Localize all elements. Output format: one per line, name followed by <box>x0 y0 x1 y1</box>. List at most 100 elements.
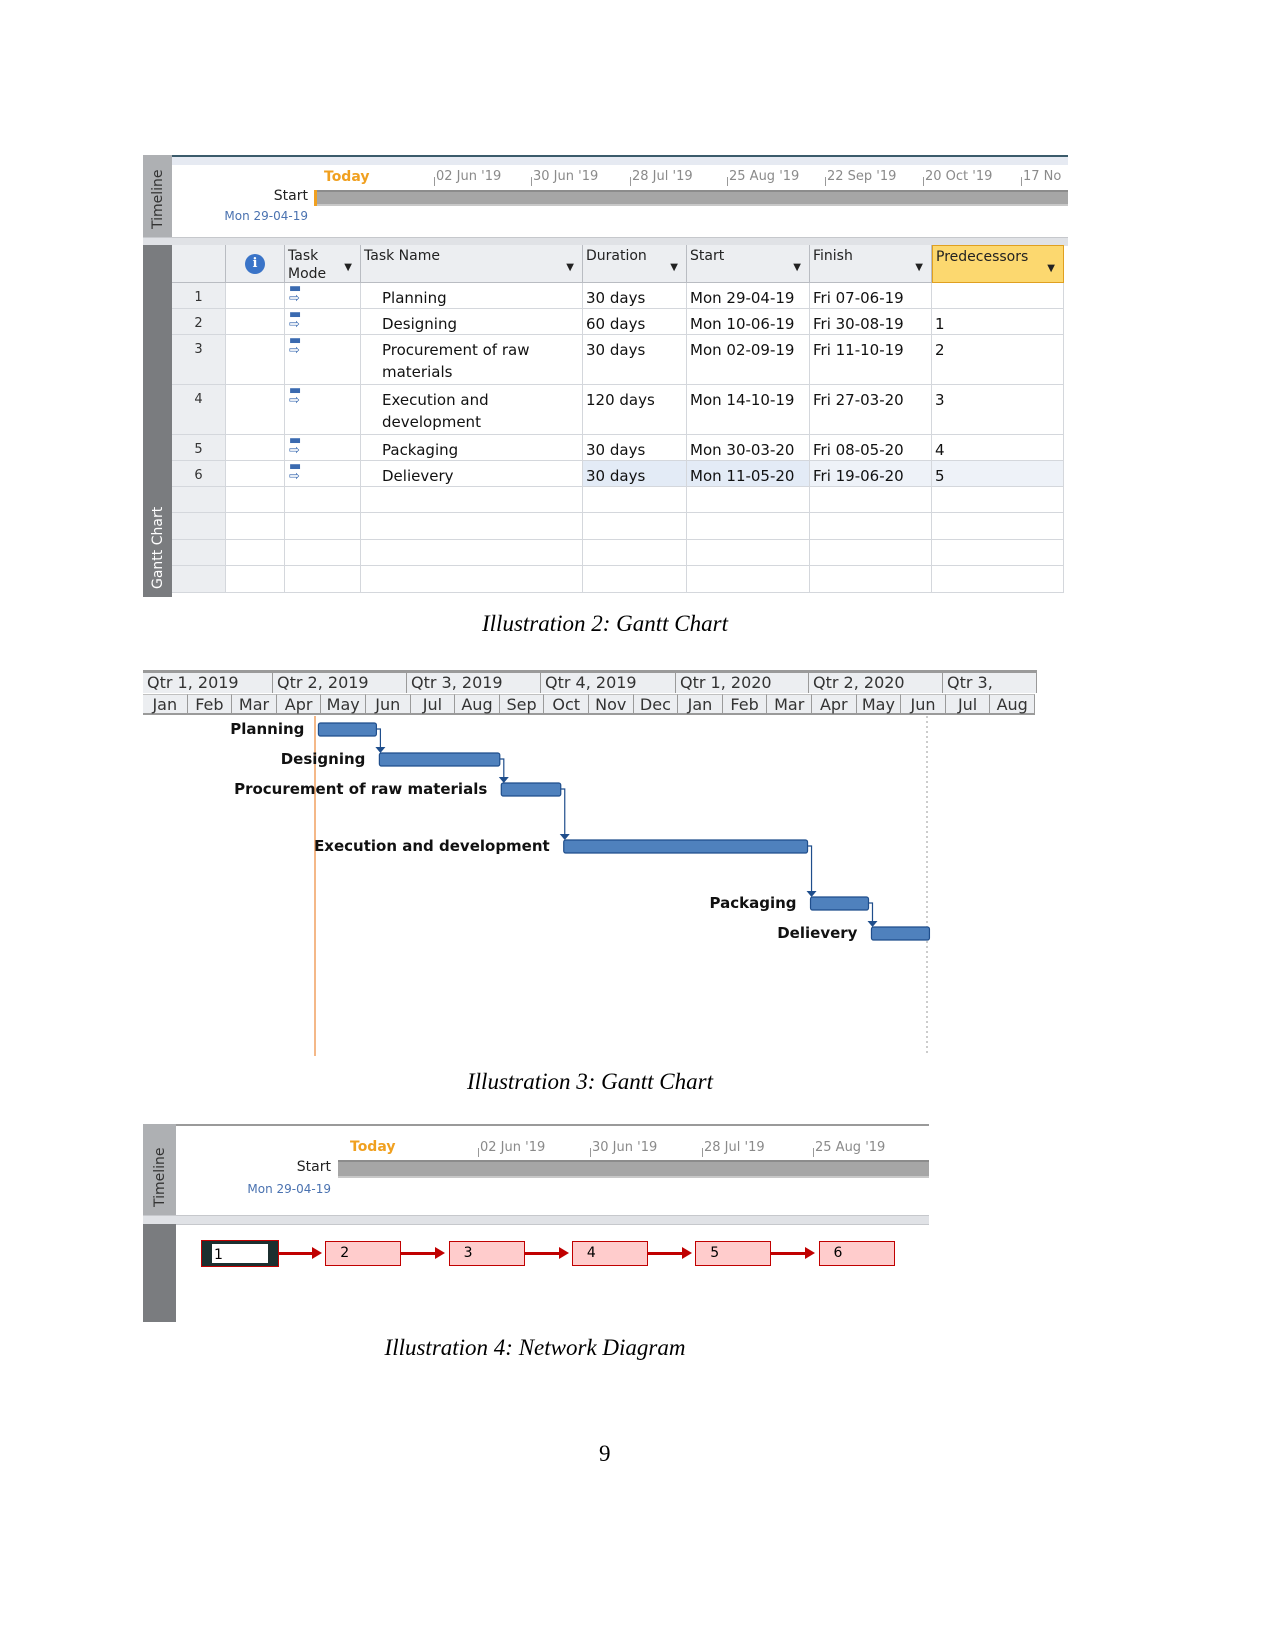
indicator-cell[interactable] <box>226 487 285 513</box>
finish-cell[interactable]: Fri 27-03-20 <box>810 385 932 435</box>
network-node[interactable]: 6 <box>818 1241 895 1266</box>
timeline-bar[interactable] <box>338 1160 929 1178</box>
indicator-cell[interactable] <box>226 283 285 309</box>
task-name-cell[interactable] <box>361 487 583 513</box>
start-cell[interactable]: Mon 02-09-19 <box>687 335 810 385</box>
predecessors-cell[interactable]: 4 <box>932 435 1064 461</box>
duration-cell[interactable]: 30 days <box>583 461 687 487</box>
task-mode-cell[interactable]: ▬ ⇨ <box>285 283 361 309</box>
finish-cell[interactable]: Fri 30-08-19 <box>810 309 932 335</box>
start-cell[interactable] <box>687 566 810 593</box>
task-name-cell[interactable]: Designing <box>361 309 583 335</box>
duration-cell[interactable]: 120 days <box>583 385 687 435</box>
finish-cell[interactable] <box>810 566 932 593</box>
duration-cell[interactable] <box>583 487 687 513</box>
predecessors-cell[interactable] <box>932 566 1064 593</box>
task-mode-cell[interactable] <box>285 566 361 593</box>
column-header[interactable]: Predecessors ▼ <box>932 245 1064 283</box>
predecessors-cell[interactable] <box>932 487 1064 513</box>
duration-cell[interactable] <box>583 513 687 540</box>
start-cell[interactable] <box>687 540 810 566</box>
predecessors-cell[interactable]: 3 <box>932 385 1064 435</box>
task-name-cell[interactable] <box>361 540 583 566</box>
finish-cell[interactable]: Fri 11-10-19 <box>810 335 932 385</box>
dropdown-arrow-icon[interactable]: ▼ <box>915 259 923 277</box>
network-node[interactable]: 3 <box>448 1241 525 1266</box>
indicator-cell[interactable] <box>226 335 285 385</box>
finish-cell[interactable] <box>810 540 932 566</box>
task-name-cell[interactable]: Packaging <box>361 435 583 461</box>
duration-cell[interactable]: 30 days <box>583 335 687 385</box>
dropdown-arrow-icon[interactable]: ▼ <box>793 259 801 277</box>
task-bar <box>809 896 870 911</box>
task-mode-cell[interactable] <box>285 540 361 566</box>
task-name-cell[interactable] <box>361 513 583 540</box>
start-cell[interactable]: Mon 29-04-19 <box>687 283 810 309</box>
duration-cell[interactable] <box>583 540 687 566</box>
task-mode-cell[interactable]: ▬ ⇨ <box>285 461 361 487</box>
task-mode-cell[interactable]: ▬ ⇨ <box>285 385 361 435</box>
duration-cell[interactable]: 30 days <box>583 435 687 461</box>
gantt-table-screenshot: Timeline 02 Jun '19 30 Jun '19 28 Jul '19 2… <box>143 155 1068 597</box>
indicator-cell[interactable] <box>226 566 285 593</box>
row-number: 2 <box>172 309 226 335</box>
column-header[interactable]: Task Mode ▼ <box>285 245 361 283</box>
timeline-bar[interactable] <box>314 190 1068 206</box>
dropdown-arrow-icon[interactable]: ▼ <box>344 259 352 277</box>
start-cell[interactable]: Mon 11-05-20 <box>687 461 810 487</box>
task-name-cell[interactable]: Execution and development <box>361 385 583 435</box>
dropdown-arrow-icon[interactable]: ▼ <box>566 259 574 277</box>
task-mode-cell[interactable] <box>285 513 361 540</box>
column-header[interactable]: Start ▼ <box>687 245 810 283</box>
predecessors-cell[interactable] <box>932 540 1064 566</box>
duration-cell[interactable]: 30 days <box>583 283 687 309</box>
column-header[interactable]: Duration ▼ <box>583 245 687 283</box>
finish-cell[interactable]: Fri 08-05-20 <box>810 435 932 461</box>
arrow-icon <box>435 1247 446 1259</box>
indicator-cell[interactable] <box>226 309 285 335</box>
predecessors-cell[interactable] <box>932 283 1064 309</box>
task-name-cell[interactable]: Procurement of raw materials <box>361 335 583 385</box>
indicator-cell[interactable] <box>226 461 285 487</box>
finish-cell[interactable]: Fri 07-06-19 <box>810 283 932 309</box>
task-bar-label: Delievery <box>777 924 857 942</box>
timeline-tick-label: 28 Jul '19 <box>702 1140 765 1157</box>
duration-cell[interactable]: 60 days <box>583 309 687 335</box>
finish-cell[interactable] <box>810 487 932 513</box>
predecessors-cell[interactable]: 1 <box>932 309 1064 335</box>
arrow-icon <box>312 1247 322 1259</box>
task-name-cell[interactable] <box>361 566 583 593</box>
start-cell[interactable]: Mon 30-03-20 <box>687 435 810 461</box>
indicator-cell[interactable] <box>226 513 285 540</box>
task-mode-cell[interactable]: ▬ ⇨ <box>285 335 361 385</box>
task-mode-cell[interactable] <box>285 487 361 513</box>
column-header[interactable]: Task Name ▼ <box>361 245 583 283</box>
network-node[interactable]: 1 <box>201 1240 279 1267</box>
predecessors-cell[interactable] <box>932 513 1064 540</box>
start-cell[interactable]: Mon 10-06-19 <box>687 309 810 335</box>
task-name-cell[interactable]: Delievery <box>361 461 583 487</box>
task-name-cell[interactable]: Planning <box>361 283 583 309</box>
task-mode-cell[interactable]: ▬ ⇨ <box>285 309 361 335</box>
finish-cell[interactable] <box>810 513 932 540</box>
finish-cell[interactable]: Fri 19-06-20 <box>810 461 932 487</box>
network-node[interactable]: 4 <box>571 1241 648 1266</box>
task-mode-cell[interactable]: ▬ ⇨ <box>285 435 361 461</box>
network-node[interactable]: 2 <box>325 1241 402 1266</box>
indicator-cell[interactable] <box>226 540 285 566</box>
header-blank: i <box>226 245 285 283</box>
arrow-icon <box>805 1247 816 1259</box>
start-cell[interactable]: Mon 14-10-19 <box>687 385 810 435</box>
start-cell[interactable] <box>687 487 810 513</box>
start-cell[interactable] <box>687 513 810 540</box>
indicator-cell[interactable] <box>226 385 285 435</box>
network-node[interactable]: 5 <box>695 1241 772 1266</box>
duration-cell[interactable] <box>583 566 687 593</box>
network-diagram-screenshot: Timeline 02 Jun '19 30 Jun '19 28 Jul '19 2… <box>143 1124 929 1322</box>
dropdown-arrow-icon[interactable]: ▼ <box>670 259 678 277</box>
column-header[interactable]: Finish ▼ <box>810 245 932 283</box>
indicator-cell[interactable] <box>226 435 285 461</box>
predecessors-cell[interactable]: 5 <box>932 461 1064 487</box>
predecessors-cell[interactable]: 2 <box>932 335 1064 385</box>
dropdown-arrow-icon[interactable]: ▼ <box>1047 260 1055 278</box>
